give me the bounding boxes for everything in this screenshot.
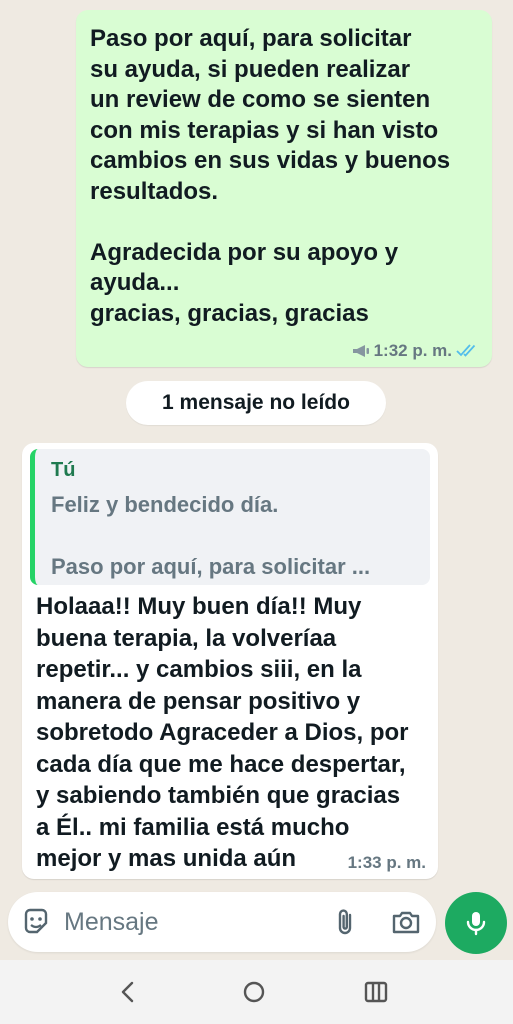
outgoing-message-text: Paso por aquí, para solicitar su ayuda, … — [90, 25, 451, 327]
sticker-icon[interactable] — [20, 906, 52, 938]
chat-area[interactable]: Paso por aquí, para solicitar su ayuda, … — [0, 0, 513, 888]
attach-icon[interactable] — [330, 906, 362, 938]
camera-icon[interactable] — [390, 906, 422, 938]
recents-icon[interactable] — [358, 974, 394, 1010]
incoming-message-bubble[interactable]: Tú Feliz y bendecido día. Paso por aquí,… — [22, 443, 438, 879]
message-input[interactable]: Mensaje — [64, 908, 159, 937]
outgoing-message-bubble[interactable]: Paso por aquí, para solicitar su ayuda, … — [76, 10, 492, 367]
outgoing-message-meta: 1:32 p. m. — [352, 341, 480, 361]
quoted-line-1: Feliz y bendecido día. — [51, 492, 279, 517]
message-composer[interactable]: Mensaje — [8, 892, 436, 952]
quoted-author: Tú — [51, 459, 76, 481]
megaphone-icon — [352, 345, 369, 357]
home-icon[interactable] — [236, 974, 272, 1010]
system-navigation-bar — [0, 960, 513, 1024]
quoted-line-2: Paso por aquí, para solicitar ... — [51, 554, 371, 579]
microphone-icon — [466, 912, 486, 936]
unread-messages-banner: 1 mensaje no leído — [126, 381, 386, 425]
back-icon[interactable] — [110, 974, 146, 1010]
quoted-reply[interactable]: Tú Feliz y bendecido día. Paso por aquí,… — [30, 449, 430, 585]
incoming-message-text: Holaaa!! Muy buen día!! Muy buena terapi… — [36, 593, 409, 872]
incoming-message-time: 1:33 p. m. — [347, 853, 426, 872]
outgoing-message-time: 1:32 p. m. — [373, 341, 452, 360]
double-check-read-icon — [456, 344, 476, 357]
voice-message-button[interactable] — [445, 892, 507, 954]
